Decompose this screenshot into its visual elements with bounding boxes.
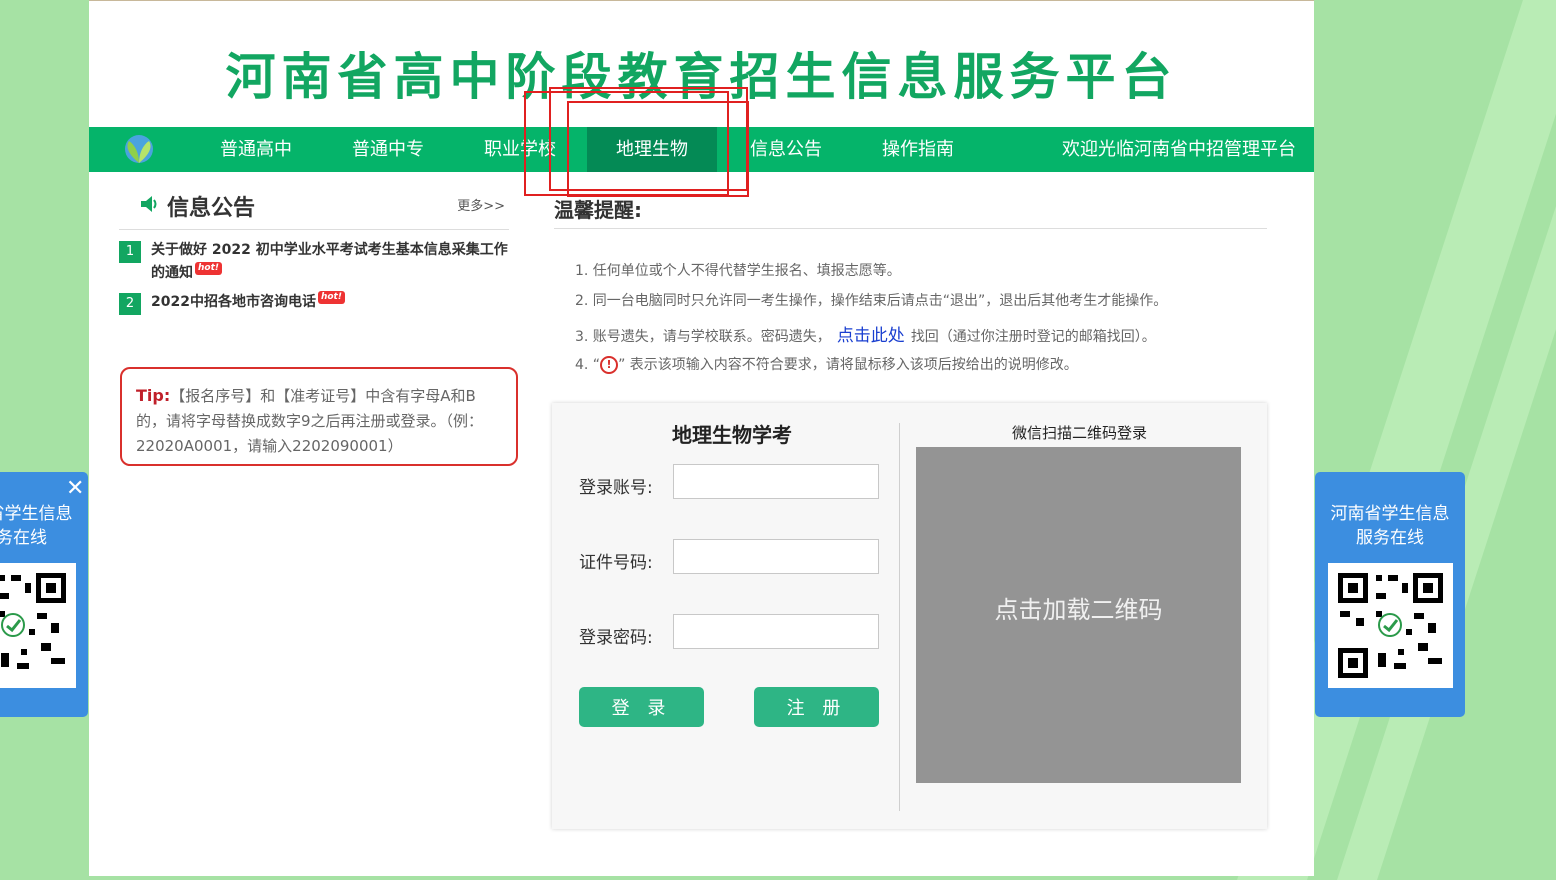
login-title: 地理生物学考	[672, 423, 792, 447]
divider	[554, 228, 1267, 229]
password-label: 登录密码:	[579, 628, 653, 648]
notice-text[interactable]: 2022中招各地市咨询电话 hot!	[151, 291, 511, 314]
tip-text: 【报名序号】和【准考证号】中含有字母A和B的，请将字母替换成数字9之后再注册或登…	[136, 387, 484, 455]
site-title: 河南省高中阶段教育招生信息服务平台	[225, 48, 1178, 106]
register-button[interactable]: 注 册	[754, 687, 879, 727]
nav-item-general-high[interactable]: 普通高中	[197, 127, 315, 172]
reminder-title: 温馨提醒:	[554, 198, 642, 222]
password-input[interactable]	[673, 614, 879, 649]
main-page: 河南省高中阶段教育招生信息服务平台 普通高中 普通中专 职业学校 地理生物 信息…	[89, 0, 1314, 876]
nav-welcome-text: 欢迎光临河南省中招管理平台	[1062, 139, 1296, 160]
login-panel: 地理生物学考 登录账号: 证件号码: 登录密码: 登 录 注 册 微信扫描二维码…	[552, 403, 1267, 829]
reminder-item-4-prefix: 4. “	[575, 357, 601, 373]
side-widget-right-text: 河南省学生信息服务在线	[1330, 504, 1450, 548]
warning-icon: !	[600, 356, 619, 374]
main-nav: 普通高中 普通中专 职业学校 地理生物 信息公告 操作指南 欢迎光临河南省中招管…	[89, 127, 1314, 172]
notice-header: 信息公告 更多>>	[119, 187, 509, 230]
nav-item-announcements[interactable]: 信息公告	[727, 127, 845, 172]
id-number-label: 证件号码:	[579, 553, 653, 573]
nav-item-geo-bio[interactable]: 地理生物	[587, 127, 717, 172]
qr-code-icon	[1328, 563, 1453, 688]
side-widget-left: ✕ 河南省学生信息服务在线	[0, 472, 88, 717]
notice-text[interactable]: 关于做好 2022 初中学业水平考试考生基本信息采集工作的通知 hot!	[151, 239, 511, 285]
notice-text-label[interactable]: 2022中招各地市咨询电话	[151, 294, 316, 310]
id-number-input[interactable]	[673, 539, 879, 574]
reminder-item-1: 1. 任何单位或个人不得代替学生报名、填报志愿等。	[575, 263, 901, 279]
recover-password-link[interactable]: 点击此处	[837, 326, 905, 346]
hot-badge: hot!	[195, 262, 222, 275]
more-link[interactable]: 更多>>	[457, 195, 505, 214]
speaker-icon	[141, 196, 157, 212]
notice-number: 2	[119, 293, 141, 315]
reminder-item-2: 2. 同一台电脑同时只允许同一考生操作，操作结束后请点击“退出”，退出后其他考生…	[575, 293, 1168, 309]
side-widget-left-text: 河南省学生信息服务在线	[0, 504, 73, 548]
notice-number: 1	[119, 241, 141, 263]
hot-badge: hot!	[317, 291, 345, 304]
panel-divider	[899, 423, 900, 811]
reminder-item-3: 3. 账号遗失，请与学校联系。密码遗失， 点击此处 找回（通过你注册时登记的邮箱找回…	[575, 321, 1156, 346]
nav-item-secondary-vocational[interactable]: 普通中专	[329, 127, 447, 172]
tip-box: Tip:【报名序号】和【准考证号】中含有字母A和B的，请将字母替换成数字9之后再…	[120, 367, 518, 466]
login-button[interactable]: 登 录	[579, 687, 704, 727]
side-widget-right: 河南省学生信息服务在线	[1315, 472, 1465, 717]
notice-title: 信息公告	[167, 196, 256, 221]
qr-login-title: 微信扫描二维码登录	[1011, 424, 1147, 442]
account-input[interactable]	[673, 464, 879, 499]
tip-label: Tip:	[136, 386, 171, 405]
logo-icon	[119, 133, 159, 167]
nav-item-vocational-school[interactable]: 职业学校	[461, 127, 579, 172]
close-icon[interactable]: ✕	[66, 476, 84, 501]
reminder-item-3-prefix: 3. 账号遗失，请与学校联系。密码遗失，	[575, 329, 831, 345]
qr-load-area[interactable]: 点击加载二维码	[916, 447, 1241, 783]
list-item[interactable]: 1 关于做好 2022 初中学业水平考试考生基本信息采集工作的通知 hot!	[119, 239, 519, 287]
reminder-item-3-suffix: 找回（通过你注册时登记的邮箱找回）。	[910, 329, 1156, 345]
reminder-item-4-suffix: ” 表示该项输入内容不符合要求，请将鼠标移入该项后按给出的说明修改。	[618, 357, 1078, 373]
nav-item-guide[interactable]: 操作指南	[859, 127, 977, 172]
qr-code-icon	[0, 563, 76, 688]
reminder-item-4: 4. “!” 表示该项输入内容不符合要求，请将鼠标移入该项后按给出的说明修改。	[575, 354, 1078, 374]
list-item[interactable]: 2 2022中招各地市咨询电话 hot!	[119, 291, 519, 317]
account-label: 登录账号:	[579, 478, 653, 498]
